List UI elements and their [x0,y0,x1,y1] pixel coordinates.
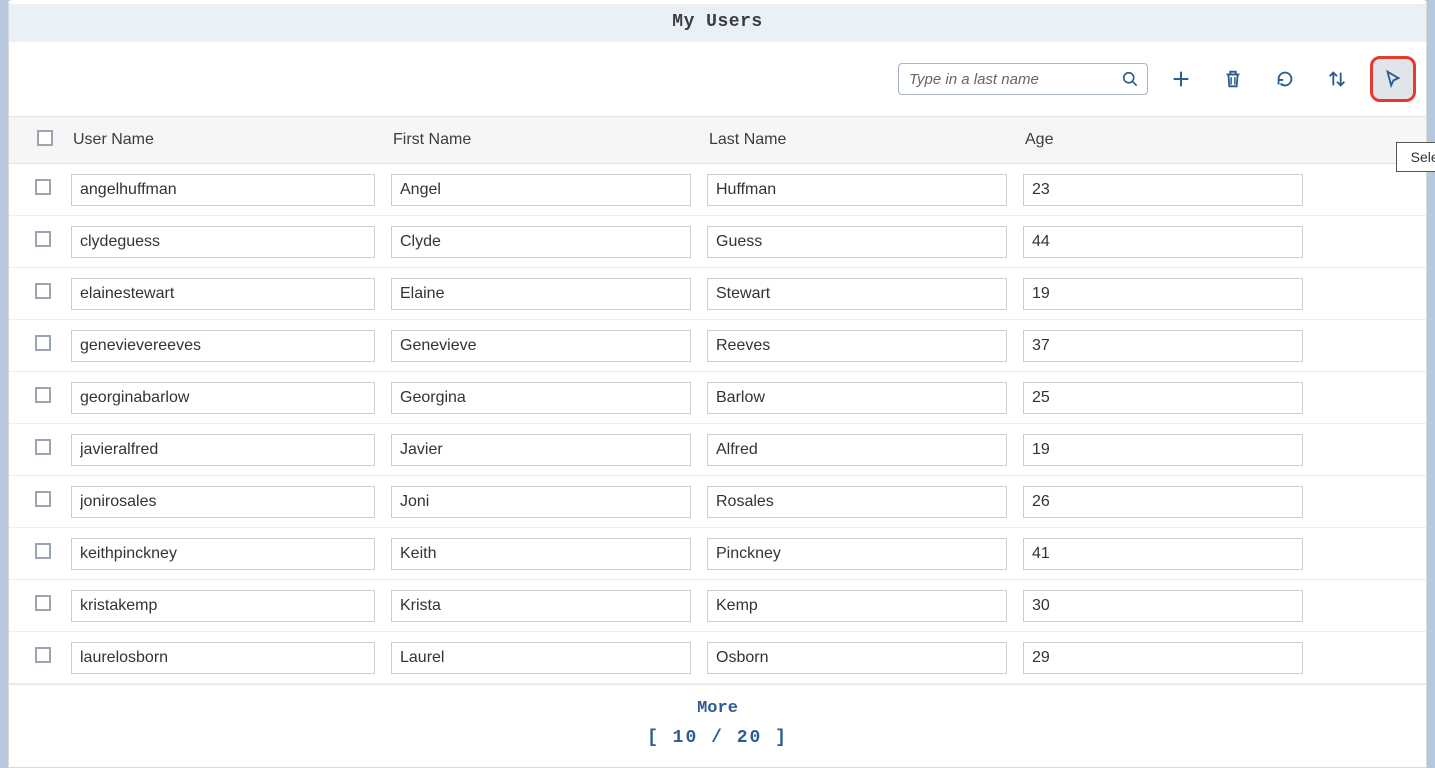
table-row [9,268,1426,320]
firstname-input[interactable] [391,590,691,622]
pager: [ 10 / 20 ] [9,728,1426,748]
select-all-checkbox[interactable] [37,130,53,146]
lastname-input[interactable] [707,226,1007,258]
search-field-wrap [898,63,1148,95]
search-icon [1120,69,1140,89]
refresh-button[interactable] [1266,60,1304,98]
age-input[interactable] [1023,642,1303,674]
username-input[interactable] [71,226,375,258]
table-row [9,164,1426,216]
row-checkbox[interactable] [35,543,51,559]
delete-button[interactable] [1214,60,1252,98]
table-row [9,528,1426,580]
table-body [9,164,1426,684]
lastname-input[interactable] [707,590,1007,622]
col-username[interactable]: User Name [63,131,383,149]
lastname-input[interactable] [707,486,1007,518]
row-checkbox[interactable] [35,335,51,351]
refresh-icon [1274,68,1296,90]
age-input[interactable] [1023,330,1303,362]
trash-icon [1222,68,1244,90]
col-age[interactable]: Age [1015,131,1311,149]
row-checkbox[interactable] [35,491,51,507]
age-input[interactable] [1023,486,1303,518]
search-button[interactable] [1113,64,1147,94]
table-header: User Name First Name Last Name Age [9,116,1426,164]
col-lastname[interactable]: Last Name [699,131,1015,149]
toolbar: Select User [9,42,1426,116]
page-title: My Users [9,4,1426,42]
select-user-tooltip: Select User [1396,142,1435,172]
username-input[interactable] [71,434,375,466]
lastname-input[interactable] [707,278,1007,310]
firstname-input[interactable] [391,330,691,362]
firstname-input[interactable] [391,434,691,466]
plus-icon [1170,68,1192,90]
username-input[interactable] [71,382,375,414]
username-input[interactable] [71,174,375,206]
age-input[interactable] [1023,278,1303,310]
row-checkbox[interactable] [35,283,51,299]
age-input[interactable] [1023,590,1303,622]
row-checkbox[interactable] [35,231,51,247]
lastname-input[interactable] [707,434,1007,466]
select-user-button[interactable] [1370,56,1416,102]
lastname-input[interactable] [707,330,1007,362]
search-input[interactable] [907,70,1113,89]
users-panel: My Users [8,0,1427,768]
lastname-input[interactable] [707,382,1007,414]
username-input[interactable] [71,278,375,310]
cursor-icon [1382,68,1404,90]
lastname-input[interactable] [707,642,1007,674]
firstname-input[interactable] [391,174,691,206]
username-input[interactable] [71,330,375,362]
table-row [9,216,1426,268]
table-row [9,372,1426,424]
table-row [9,476,1426,528]
table-row [9,632,1426,684]
firstname-input[interactable] [391,382,691,414]
username-input[interactable] [71,486,375,518]
row-checkbox[interactable] [35,595,51,611]
firstname-input[interactable] [391,642,691,674]
row-checkbox[interactable] [35,387,51,403]
firstname-input[interactable] [391,226,691,258]
lastname-input[interactable] [707,174,1007,206]
add-button[interactable] [1162,60,1200,98]
age-input[interactable] [1023,382,1303,414]
age-input[interactable] [1023,226,1303,258]
username-input[interactable] [71,642,375,674]
table-row [9,580,1426,632]
firstname-input[interactable] [391,538,691,570]
firstname-input[interactable] [391,278,691,310]
username-input[interactable] [71,590,375,622]
table-row [9,424,1426,476]
col-firstname[interactable]: First Name [383,131,699,149]
lastname-input[interactable] [707,538,1007,570]
row-checkbox[interactable] [35,647,51,663]
age-input[interactable] [1023,174,1303,206]
more-link[interactable]: More [697,699,738,718]
table-row [9,320,1426,372]
age-input[interactable] [1023,538,1303,570]
table-footer: More [ 10 / 20 ] [9,684,1426,756]
sort-icon [1326,68,1348,90]
sort-button[interactable] [1318,60,1356,98]
username-input[interactable] [71,538,375,570]
row-checkbox[interactable] [35,439,51,455]
firstname-input[interactable] [391,486,691,518]
age-input[interactable] [1023,434,1303,466]
row-checkbox[interactable] [35,179,51,195]
